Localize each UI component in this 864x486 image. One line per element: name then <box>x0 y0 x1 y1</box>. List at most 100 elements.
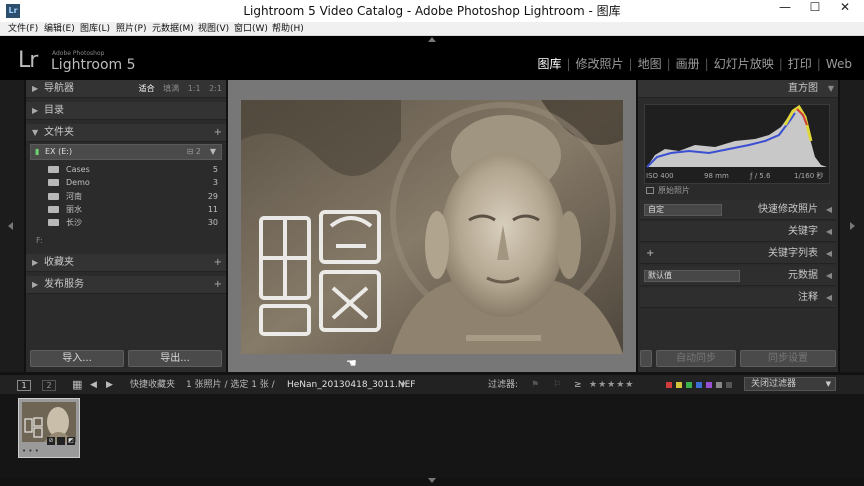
menu-help[interactable]: 帮助(H) <box>272 22 304 36</box>
collapse-triangle-icon: ▶ <box>32 84 39 93</box>
menu-edit[interactable]: 编辑(E) <box>44 22 75 36</box>
collapse-triangle-icon: ▶ <box>32 280 39 289</box>
module-web[interactable]: Web <box>826 56 852 72</box>
metadata-preset-select[interactable]: 默认值 <box>644 270 740 282</box>
folder-icon <box>48 166 59 173</box>
zoom-2-1[interactable]: 2:1 <box>209 80 222 98</box>
histogram-panel-header[interactable]: 直方图 ▼ <box>638 80 838 98</box>
volume-expand-icon[interactable]: ▼ <box>210 145 216 159</box>
zoom-1-1[interactable]: 1:1 <box>188 80 201 98</box>
expand-triangle-icon: ▼ <box>32 128 39 137</box>
main-photo[interactable] <box>241 100 623 354</box>
minimize-button[interactable]: — <box>770 0 800 22</box>
publish-panel-header[interactable]: ▶ 发布服务 + <box>26 276 226 294</box>
bottom-panel-toggle-icon[interactable] <box>428 478 436 483</box>
filter-preset-select[interactable]: 关闭过滤器 ▼ <box>744 377 836 391</box>
volume-header[interactable]: ▮ EX (E:) ⊟ 2 ▼ <box>30 144 222 160</box>
grid-view-icon[interactable]: ▦ <box>72 375 82 395</box>
menu-metadata[interactable]: 元数据(M) <box>152 22 194 36</box>
aperture: ƒ / 5.6 <box>750 172 771 180</box>
quick-develop-preset-select[interactable]: 自定 <box>644 204 722 216</box>
folder-item[interactable]: Demo 3 <box>30 176 222 189</box>
rating-filter-stars[interactable]: ★★★★★ <box>589 375 634 395</box>
filename-dropdown-icon[interactable]: ▼ <box>400 375 405 395</box>
back-arrow-icon[interactable]: ◀ <box>90 375 97 395</box>
add-publish-icon[interactable]: + <box>214 276 222 294</box>
color-label-custom[interactable] <box>726 382 732 388</box>
menu-window[interactable]: 窗口(W) <box>234 22 268 36</box>
keywords-panel-header[interactable]: 关键字 ◀ <box>640 222 836 242</box>
volume-f-row[interactable]: F: <box>30 234 222 247</box>
forward-arrow-icon[interactable]: ▶ <box>106 375 113 395</box>
thumbnail-rating-dots: • • • <box>22 447 39 455</box>
module-separator: | <box>628 57 633 71</box>
add-collection-icon[interactable]: + <box>214 254 222 272</box>
menu-view[interactable]: 视图(V) <box>198 22 229 36</box>
sync-settings-button[interactable]: 同步设置 <box>740 350 836 367</box>
add-folder-icon[interactable]: + <box>214 124 222 142</box>
auto-sync-button[interactable]: 自动同步 <box>656 350 736 367</box>
reject-filter-icon[interactable]: ⚐ <box>553 375 561 395</box>
module-separator: | <box>666 57 671 71</box>
import-button[interactable]: 导入... <box>30 350 124 367</box>
quick-collection-label[interactable]: 快捷收藏夹 <box>130 375 175 395</box>
iso-value: ISO 400 <box>646 172 674 180</box>
flag-filter-icon[interactable]: ⚑ <box>531 375 539 395</box>
selected-filename[interactable]: HeNan_20130418_3011.NEF <box>287 375 415 395</box>
color-label-blue[interactable] <box>696 382 702 388</box>
menu-file[interactable]: 文件(F) <box>8 22 38 36</box>
keyword-list-panel-header[interactable]: + 关键字列表 ◀ <box>640 244 836 264</box>
folder-item[interactable]: Cases 5 <box>30 163 222 176</box>
folders-panel-header[interactable]: ▼ 文件夹 + <box>26 124 226 142</box>
metadata-panel-header[interactable]: 默认值 元数据 ◀ <box>640 266 836 286</box>
folder-icon <box>48 193 59 200</box>
module-develop[interactable]: 修改照片 <box>576 56 624 72</box>
catalog-label: 目录 <box>44 105 64 116</box>
collections-panel-header[interactable]: ▶ 收藏夹 + <box>26 254 226 272</box>
maximize-button[interactable]: ☐ <box>800 0 830 22</box>
left-panel-toggle-icon[interactable] <box>8 222 13 230</box>
color-label-purple[interactable] <box>706 382 712 388</box>
module-print[interactable]: 打印 <box>788 56 812 72</box>
color-label-green[interactable] <box>686 382 692 388</box>
add-keyword-icon[interactable]: + <box>646 244 654 264</box>
zoom-fill[interactable]: 填满 <box>163 80 179 98</box>
color-label-red[interactable] <box>666 382 672 388</box>
exif-info: ISO 400 98 mm ƒ / 5.6 1/160 秒 <box>644 170 830 182</box>
top-panel-toggle-icon[interactable] <box>428 37 436 42</box>
sync-toggle-switch[interactable] <box>640 350 652 367</box>
crop-badge-icon: ⊘ <box>47 437 55 445</box>
navigator-zoom-options: 适合 填满 1:1 2:1 <box>133 80 222 98</box>
comments-panel-header[interactable]: 注释 ◀ <box>640 288 836 308</box>
color-label-none[interactable] <box>716 382 722 388</box>
original-photo-toggle[interactable]: 原始照片 <box>646 186 690 196</box>
folder-item[interactable]: 长沙 30 <box>30 216 222 229</box>
module-library[interactable]: 图库 <box>537 56 561 72</box>
quick-develop-panel-header[interactable]: 自定 快速修改照片 ◀ <box>640 200 836 220</box>
right-panel-toggle-icon[interactable] <box>850 222 855 230</box>
original-photo-checkbox[interactable] <box>646 187 654 194</box>
title-bar: Lr Lightroom 5 Video Catalog - Adobe Pho… <box>0 0 864 22</box>
rating-operator-icon[interactable]: ≥ <box>574 375 582 395</box>
catalog-panel-header[interactable]: ▶ 目录 <box>26 102 226 120</box>
folder-item[interactable]: 河南 29 <box>30 190 222 203</box>
folder-item[interactable]: 丽水 11 <box>30 203 222 216</box>
export-button[interactable]: 导出... <box>128 350 222 367</box>
window-2-button[interactable]: 2 <box>42 380 56 391</box>
zoom-fit[interactable]: 适合 <box>139 80 155 98</box>
window-1-button[interactable]: 1 <box>17 380 31 391</box>
menu-library[interactable]: 图库(L) <box>80 22 110 36</box>
filmstrip-thumbnail[interactable]: ⊘ ◩ • • • <box>18 398 80 458</box>
module-book[interactable]: 画册 <box>676 56 700 72</box>
filter-dropdown-icon: ▼ <box>825 380 831 388</box>
brand-name: Lightroom 5 <box>51 57 136 73</box>
folder-name: 长沙 <box>66 218 82 227</box>
navigator-panel-header[interactable]: ▶ 导航器 适合 填满 1:1 2:1 <box>26 80 226 98</box>
folders-label: 文件夹 <box>44 127 74 138</box>
color-label-yellow[interactable] <box>676 382 682 388</box>
menu-photo[interactable]: 照片(P) <box>116 22 146 36</box>
metadata-badge-icon <box>57 437 65 445</box>
close-button[interactable]: ✕ <box>830 0 860 22</box>
module-map[interactable]: 地图 <box>638 56 662 72</box>
module-slideshow[interactable]: 幻灯片放映 <box>714 56 774 72</box>
